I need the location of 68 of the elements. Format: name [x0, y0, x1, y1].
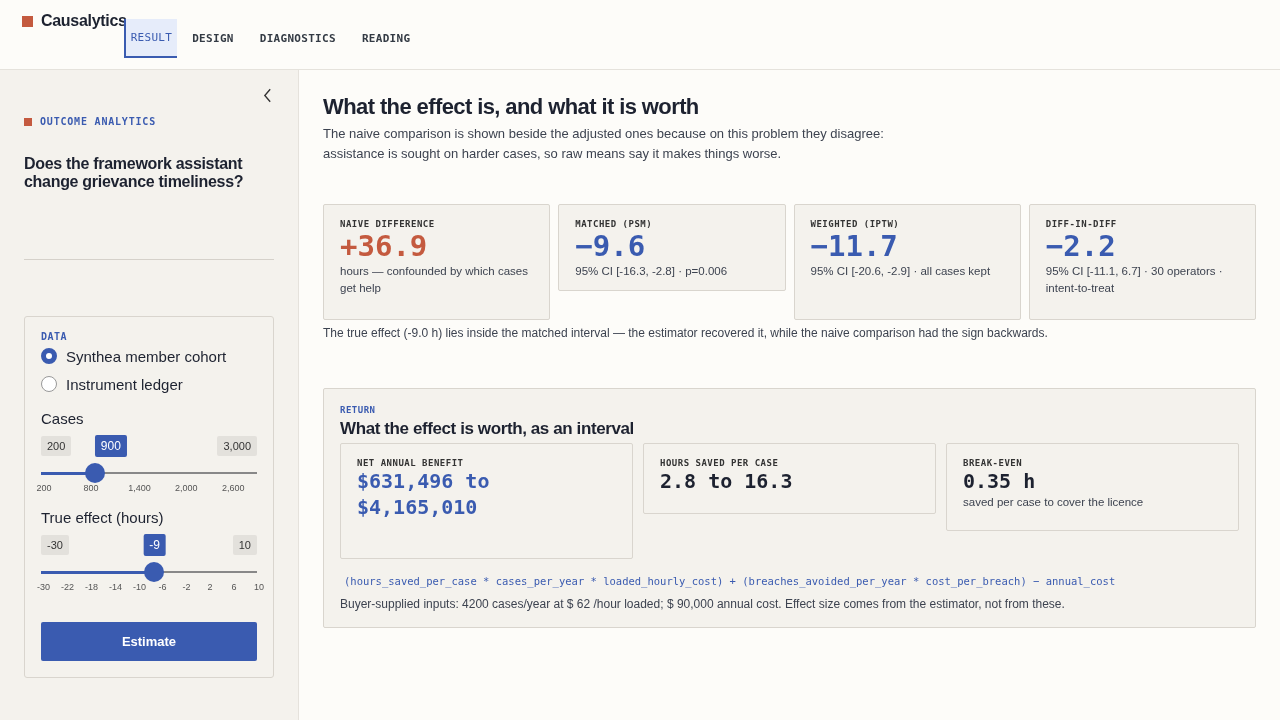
- tick-label: -2: [182, 582, 191, 592]
- card-note: 95% CI [-20.6, -2.9] · all cases kept: [810, 264, 992, 279]
- tick-label: 1,400: [128, 483, 151, 493]
- estimate-value: +36.9: [340, 229, 429, 263]
- slider-thumb[interactable]: [85, 463, 105, 483]
- card-note: saved per case to cover the licence: [963, 495, 1145, 510]
- radio-button[interactable]: [41, 348, 57, 364]
- card-label: NET ANNUAL BENEFIT: [357, 458, 465, 468]
- page-title: What the effect is, and what it is worth: [323, 94, 700, 120]
- card-label: HOURS SAVED PER CASE: [660, 458, 780, 468]
- tick-label: 200: [36, 483, 52, 493]
- card-label: WEIGHTED (IPTW): [810, 219, 901, 229]
- nav-tab[interactable]: DESIGN: [181, 19, 245, 58]
- current-value: -9: [143, 534, 166, 556]
- tick-label: 10: [254, 582, 264, 592]
- section-eyebrow: RETURN: [340, 405, 377, 415]
- card-label: NAIVE DIFFERENCE: [340, 219, 436, 229]
- section-mark-icon: [24, 117, 32, 126]
- nav-tab[interactable]: RESULT: [123, 19, 178, 58]
- footnote-text: Buyer-supplied inputs: 4200 cases/year at $ 62 /hour loaded; $ 90,000 annual cost. Effect size comes from the estimator, not from these.: [340, 597, 1066, 611]
- slider[interactable]: [41, 463, 257, 483]
- card-label: MATCHED (PSM): [575, 219, 654, 229]
- card-label: BREAK-EVEN: [963, 458, 1024, 468]
- return-value: 2.8 to 16.3: [660, 468, 794, 494]
- data-source-option[interactable]: Synthea member cohort: [41, 342, 257, 370]
- section-title: What the effect is worth, as an interval: [340, 419, 635, 439]
- estimate-value: −2.2: [1045, 229, 1117, 263]
- card-label: DIFF-IN-DIFF: [1045, 219, 1118, 229]
- slider[interactable]: [41, 562, 257, 582]
- tick-label: 2: [207, 582, 213, 592]
- brand-mark-icon: [22, 15, 33, 27]
- estimate-value: −11.7: [810, 229, 899, 263]
- tick-label: 2,600: [222, 483, 245, 493]
- current-value: 900: [94, 435, 127, 457]
- tick-label: -30: [37, 582, 51, 592]
- slider-label: Cases: [41, 410, 85, 427]
- min-value: 200: [41, 436, 72, 456]
- formula-text: (hours_saved_per_case * cases_per_year * loaded_hourly_cost) + (breaches_avoided_per_year * cost_per_breach) − annual_cost: [343, 575, 1117, 587]
- tick-label: 2,000: [175, 483, 198, 493]
- collapse-icon[interactable]: [263, 88, 272, 103]
- question-title: Does the framework assistant change grievance timeliness?: [24, 155, 245, 191]
- min-value: -30: [41, 535, 69, 555]
- slider-label: True effect (hours): [41, 509, 165, 526]
- slider-thumb[interactable]: [144, 562, 165, 582]
- card-note: hours — confounded by which cases get help: [340, 264, 529, 296]
- tick-label: 6: [231, 582, 237, 592]
- estimate-value: −9.6: [575, 229, 647, 263]
- max-value: 10: [232, 535, 257, 555]
- data-label: DATA: [41, 331, 69, 342]
- verdict-text: The true effect (-9.0 h) lies inside the matched interval — the estimator recovered it, while the naive comparison had the sign backwards.: [323, 326, 1049, 340]
- intro-text: The naive comparison is shown beside the adjusted ones because on this problem they disagree: assistance is sought on harder cases, so raw means say it makes things worse.: [323, 125, 885, 163]
- nav-tab[interactable]: DIAGNOSTICS: [248, 19, 347, 58]
- estimate-button[interactable]: Estimate: [41, 622, 257, 661]
- data-source-option[interactable]: Instrument ledger: [41, 370, 257, 398]
- return-value: 0.35 h: [963, 468, 1037, 494]
- nav-tab[interactable]: READING: [350, 19, 422, 58]
- tick-label: 800: [83, 483, 99, 493]
- max-value: 3,000: [217, 436, 257, 456]
- tick-label: -6: [158, 582, 167, 592]
- section-eyebrow: OUTCOME ANALYTICS: [40, 116, 156, 127]
- tick-label: -10: [133, 582, 147, 592]
- radio-button[interactable]: [41, 376, 57, 392]
- card-note: 95% CI [-16.3, -2.8] · p=0.006: [575, 264, 729, 279]
- tick-label: -18: [85, 582, 99, 592]
- return-value: $631,496 to $4,165,010: [357, 468, 491, 520]
- tick-label: -14: [109, 582, 123, 592]
- card-note: 95% CI [-11.1, 6.7] · 30 operators · intent-to-treat: [1045, 264, 1224, 296]
- tick-label: -22: [61, 582, 75, 592]
